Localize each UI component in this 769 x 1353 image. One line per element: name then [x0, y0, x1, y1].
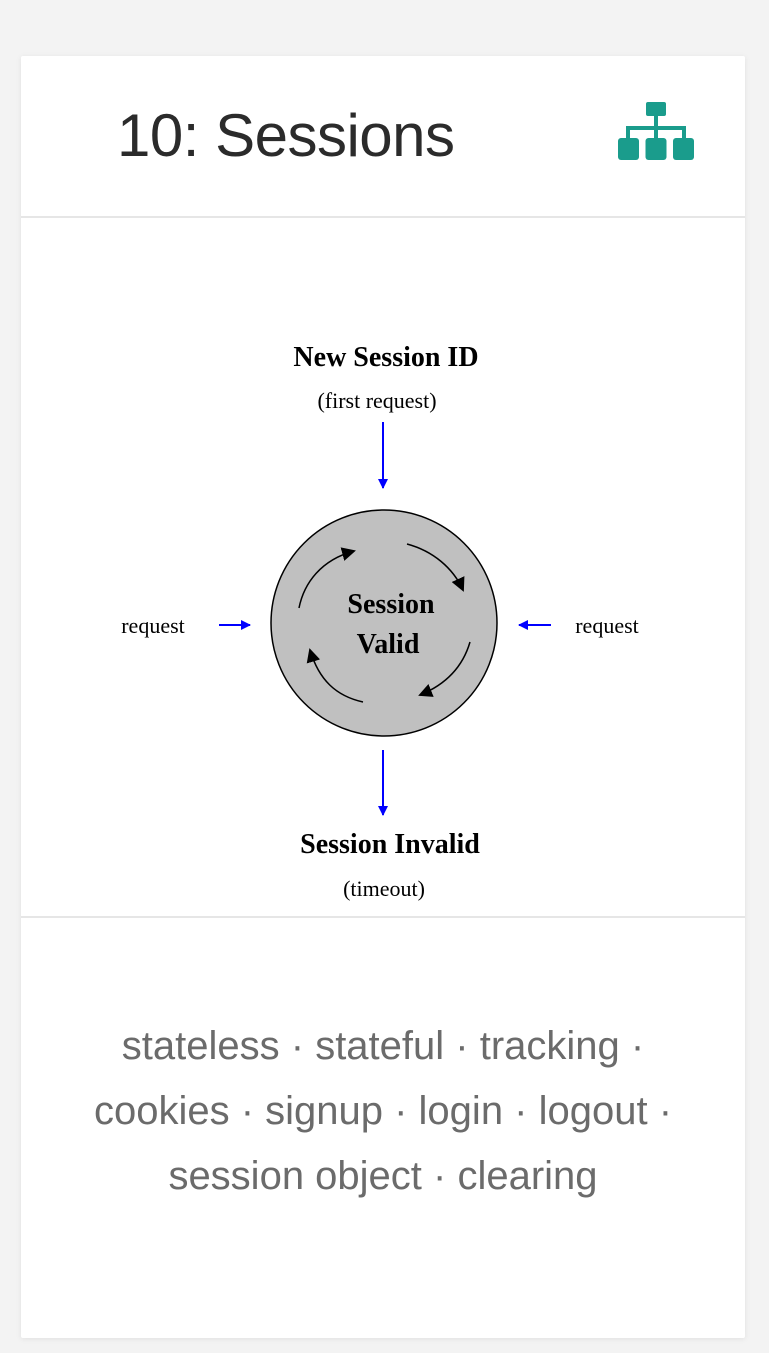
tag-stateful[interactable]: stateful: [315, 1024, 444, 1068]
session-invalid-label: Session Invalid: [300, 829, 480, 860]
new-session-label: New Session ID: [293, 342, 478, 373]
tag-cookies[interactable]: cookies: [94, 1089, 230, 1133]
tag-separator: ·: [229, 1089, 266, 1133]
card-title: 10: Sessions: [117, 102, 455, 169]
tag-session-object[interactable]: session object: [168, 1154, 421, 1198]
tag-separator: ·: [383, 1089, 419, 1133]
tag-tracking[interactable]: tracking: [480, 1024, 620, 1068]
tag-login[interactable]: login: [419, 1089, 504, 1133]
diagram-section: New Session ID (first request) Session V…: [21, 218, 745, 918]
first-request-label: (first request): [317, 388, 436, 413]
tag-separator: ·: [647, 1089, 673, 1133]
tag-signup[interactable]: signup: [265, 1089, 383, 1133]
circle-label-line1: Session: [347, 589, 435, 620]
card-header: 10: Sessions: [21, 56, 745, 218]
session-valid-circle: [270, 509, 498, 737]
circle-label-line2: Valid: [357, 629, 420, 660]
session-lifecycle-diagram: New Session ID (first request) Session V…: [121, 342, 639, 901]
tag-logout[interactable]: logout: [539, 1089, 648, 1133]
left-request-label: request: [121, 613, 185, 638]
tag-separator: ·: [503, 1089, 539, 1133]
tag-stateless[interactable]: stateless: [122, 1024, 280, 1068]
tag-separator: ·: [279, 1024, 316, 1068]
sitemap-icon[interactable]: [618, 102, 694, 164]
right-request-label: request: [575, 613, 639, 638]
tag-separator: ·: [444, 1024, 480, 1068]
timeout-label: (timeout): [343, 876, 425, 901]
topic-card: 10: Sessions New Session ID (first reque…: [21, 56, 745, 1338]
tag-separator: ·: [619, 1024, 645, 1068]
tag-list: stateless · stateful · tracking · cookie…: [71, 1014, 695, 1209]
tag-clearing[interactable]: clearing: [457, 1154, 597, 1198]
tag-separator: ·: [421, 1154, 458, 1198]
